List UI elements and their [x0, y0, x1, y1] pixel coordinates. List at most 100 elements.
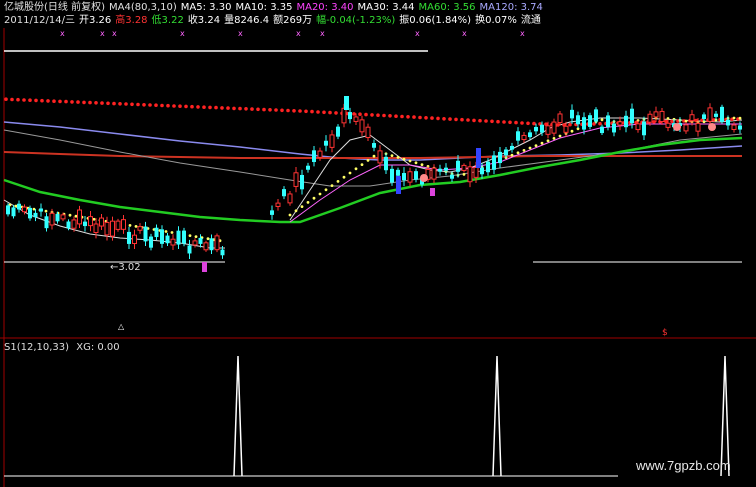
candle-body [594, 109, 598, 122]
candle-body [149, 236, 153, 248]
candle-body [293, 172, 299, 187]
red-dot [82, 100, 86, 105]
yellow-dot [194, 235, 198, 239]
red-dot [352, 112, 356, 116]
yellow-dot [294, 209, 298, 213]
candle-body [612, 123, 616, 133]
yellow-dot [92, 217, 96, 221]
yellow-dot [354, 167, 358, 171]
candle-body [341, 107, 347, 124]
row2-item: 高3.28 [115, 15, 148, 26]
candle-body [39, 208, 43, 212]
red-dot [202, 105, 206, 109]
candle-body [127, 231, 131, 244]
red-dot [280, 108, 284, 113]
candle-body [49, 212, 55, 226]
yellow-dot [540, 141, 544, 145]
candle-body [402, 173, 406, 181]
yellow-dot [528, 146, 532, 150]
candle-body [287, 193, 293, 204]
yellow-dot [534, 144, 538, 148]
candle-body [492, 155, 496, 170]
yellow-dot [128, 224, 132, 227]
candle-body [93, 223, 99, 233]
candle-body [563, 125, 569, 133]
candle-body [165, 235, 170, 244]
red-dot [454, 117, 458, 122]
candle-body [209, 238, 214, 251]
x-marker: x [60, 29, 65, 38]
yellow-dot [170, 231, 174, 234]
candle-body [202, 262, 207, 272]
candle-body [22, 206, 27, 213]
yellow-dot [14, 204, 18, 208]
signal-marker [708, 123, 716, 131]
red-dot [304, 109, 308, 114]
candle-body [154, 227, 159, 238]
candle-body [390, 168, 394, 183]
chart-frame [0, 28, 756, 487]
candle-body [55, 214, 60, 222]
yellow-dot [318, 192, 322, 196]
candle-body [630, 108, 634, 124]
kline-chart[interactable]: xxxxxxxxxx △ $ ←3.02 [0, 0, 756, 487]
indicator-name: S1(12,10,33) [4, 342, 70, 353]
candle-body [115, 220, 121, 230]
row2-item: 额269万 [273, 15, 313, 26]
yellow-dot [324, 188, 328, 192]
candle-body [275, 202, 281, 207]
red-dot [664, 119, 668, 124]
candlesticks[interactable] [6, 96, 742, 272]
row2-item: 流通 [520, 15, 541, 26]
yellow-dot [164, 230, 168, 233]
red-dot [106, 101, 110, 106]
candle-body [71, 219, 77, 229]
red-dot [10, 97, 14, 102]
red-dot [154, 103, 158, 107]
yellow-dot [570, 129, 574, 133]
yellow-dot [558, 134, 562, 138]
yellow-dot [510, 153, 514, 157]
candle-body [450, 174, 454, 179]
red-dot [556, 123, 560, 127]
candle-body [647, 113, 653, 123]
indicator-xg: XG: 0.00 [76, 342, 120, 353]
candle-body [365, 126, 371, 139]
red-dot [250, 107, 254, 111]
candle-body [540, 124, 544, 133]
red-dot [418, 115, 422, 120]
red-dot [64, 99, 68, 104]
yellow-dot [462, 173, 466, 176]
yellow-dot [32, 207, 36, 211]
red-dot [526, 121, 530, 126]
candle-body [600, 126, 604, 134]
row2-item: 开3.26 [79, 15, 112, 26]
red-dot [520, 121, 524, 125]
signal-marker [420, 174, 428, 182]
candle-body [60, 214, 66, 220]
candle-body [192, 240, 198, 246]
red-dot [4, 97, 8, 101]
red-dot [94, 101, 98, 105]
candle-body [551, 121, 557, 134]
candle-body [220, 249, 225, 256]
yellow-dot [68, 213, 72, 217]
red-dot [22, 98, 26, 102]
candle-body [414, 171, 418, 180]
red-dot [436, 116, 440, 121]
red-dot [598, 121, 602, 126]
red-dot [430, 116, 434, 120]
red-dot [208, 105, 212, 110]
candle-body [683, 124, 689, 132]
candle-body [516, 131, 520, 141]
candle-body [731, 124, 737, 131]
red-dot [190, 104, 194, 109]
x-marker: x [320, 29, 325, 38]
red-dot [484, 119, 488, 123]
candle-body [88, 216, 93, 227]
candle-body [187, 245, 192, 254]
candle-body [324, 140, 328, 146]
top-x-markers: xxxxxxxxxx [60, 29, 525, 38]
candle-body [431, 167, 437, 180]
candle-body [606, 115, 610, 128]
